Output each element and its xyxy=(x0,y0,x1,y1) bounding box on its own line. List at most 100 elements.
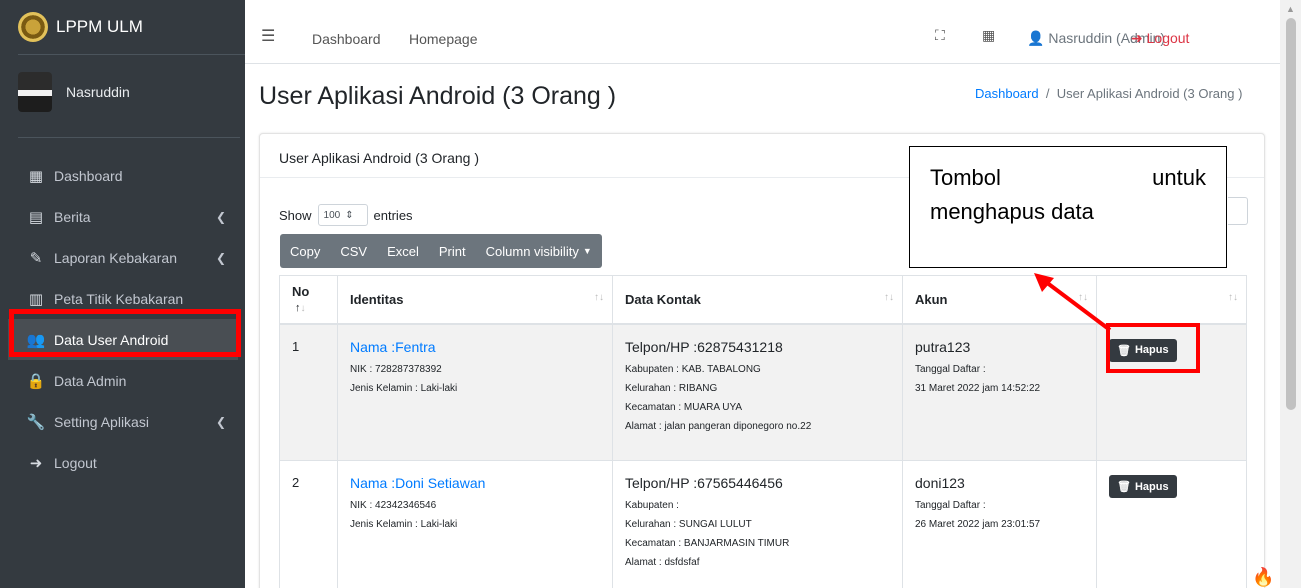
sidebar-item-label: Dashboard xyxy=(54,167,123,184)
registered-date: 26 Maret 2022 jam 23:01:57 xyxy=(915,519,1041,530)
user-icon: 👤 xyxy=(1027,30,1045,46)
show-entries: Show 100 ⇕ entries xyxy=(279,204,413,226)
callout-line-2: menghapus data xyxy=(930,199,1094,224)
sidebar-item-logout[interactable]: ➜ Logout xyxy=(8,442,238,483)
user-name-link[interactable]: Nama :Fentra xyxy=(350,339,600,355)
column-header-identitas[interactable]: Identitas ↑↓ xyxy=(337,275,613,325)
delete-button[interactable]: 🗑 Hapus xyxy=(1109,475,1177,498)
column-visibility-label: Column visibility xyxy=(485,243,579,259)
cell-akun: doni123 Tanggal Daftar : 26 Maret 2022 j… xyxy=(902,460,1097,588)
sign-out-icon: ➜ xyxy=(1131,30,1143,46)
avatar xyxy=(18,72,52,112)
entries-select[interactable]: 100 ⇕ xyxy=(317,204,368,226)
sort-icon: ↑↓ xyxy=(594,292,604,303)
table-row: 2 Nama :Doni Setiawan NIK : 42342346546 … xyxy=(279,460,1247,588)
chevron-left-icon: ❮ xyxy=(215,414,226,429)
fullscreen-icon[interactable]: ⛶ xyxy=(935,27,945,44)
sort-icon: ↓ xyxy=(300,303,306,315)
gender-text: Jenis Kelamin : Laki-laki xyxy=(350,382,458,394)
top-link-homepage[interactable]: Homepage xyxy=(409,31,478,47)
table-row: 1 Nama :Fentra NIK : 728287378392 Jenis … xyxy=(279,323,1247,461)
header-label: Data Kontak xyxy=(625,291,701,307)
kabupaten-text: Kabupaten : xyxy=(625,500,679,511)
search-input[interactable] xyxy=(1228,197,1248,225)
kecamatan-text: Kecamatan : MUARA UYA xyxy=(625,401,743,413)
user-name-link[interactable]: Nama :Doni Setiawan xyxy=(350,475,600,491)
trash-icon: 🗑 xyxy=(1117,481,1131,493)
username-text: putra123 xyxy=(915,338,971,355)
csv-button[interactable]: CSV xyxy=(330,234,377,268)
sidebar-item-setting-aplikasi[interactable]: 🔧 Setting Aplikasi ❮ xyxy=(8,401,238,442)
breadcrumb-current: User Aplikasi Android (3 Orang ) xyxy=(1056,86,1243,101)
sidebar-item-laporan-kebakaran[interactable]: ✎ Laporan Kebakaran ❮ xyxy=(8,237,238,278)
chevron-left-icon: ❮ xyxy=(215,250,226,265)
card-title: User Aplikasi Android (3 Orang ) xyxy=(279,150,479,166)
breadcrumb-home[interactable]: Dashboard xyxy=(975,86,1039,101)
arrow-head xyxy=(1034,273,1054,292)
entries-label: entries xyxy=(373,207,413,223)
arrow-shaft xyxy=(1044,280,1112,332)
user-name: Nasruddin xyxy=(66,84,130,100)
newspaper-icon: ▤ xyxy=(28,208,44,226)
callout-word-1: Tombol xyxy=(930,165,1001,190)
sidebar-item-label: Data Admin xyxy=(54,372,127,389)
phone-text: Telpon/HP :62875431218 xyxy=(625,338,783,355)
cell-identitas: Nama :Doni Setiawan NIK : 42342346546 Je… xyxy=(337,460,613,588)
registered-label: Tanggal Daftar : xyxy=(915,500,986,511)
logout-link[interactable]: ➜ Logout xyxy=(1131,30,1189,47)
fire-icon: 🔥 xyxy=(1252,567,1275,587)
brand-link[interactable]: LPPM ULM xyxy=(18,0,245,55)
sidebar-item-label: Logout xyxy=(54,454,97,471)
phone-text: Telpon/HP :67565446456 xyxy=(625,475,783,491)
scroll-thumb[interactable] xyxy=(1286,18,1296,410)
export-button-group: Copy CSV Excel Print Column visibility ▼ xyxy=(280,234,602,268)
wrench-icon: 🔧 xyxy=(26,413,46,431)
edit-icon: ✎ xyxy=(29,249,43,267)
brand-text: LPPM ULM xyxy=(56,17,143,36)
breadcrumb-separator: / xyxy=(1042,86,1054,101)
sidebar-item-label: Berita xyxy=(54,208,91,225)
column-header-no[interactable]: No ↑↓ xyxy=(279,275,338,325)
column-header-action[interactable]: ↑↓ xyxy=(1096,275,1247,325)
sort-icon: ↑↓ xyxy=(1228,292,1238,303)
header-label: Identitas xyxy=(350,291,404,307)
topbar: ☰ Dashboard Homepage ⛶ ▦ 👤 Nasruddin (Ad… xyxy=(245,0,1280,64)
callout-word-2: untuk xyxy=(1152,165,1206,190)
cell-data-kontak: Telpon/HP :62875431218 Kabupaten : KAB. … xyxy=(612,323,903,461)
top-link-dashboard[interactable]: Dashboard xyxy=(312,31,381,47)
lock-icon: 🔒 xyxy=(26,372,46,390)
sidebar-item-data-admin[interactable]: 🔒 Data Admin xyxy=(8,360,238,401)
grid-icon: ▦ xyxy=(28,167,44,185)
registered-date: 31 Maret 2022 jam 14:52:22 xyxy=(915,382,1041,394)
sidebar-item-label: Setting Aplikasi xyxy=(54,413,149,430)
cell-no: 2 xyxy=(279,460,338,588)
cell-data-kontak: Telpon/HP :67565446456 Kabupaten : Kelur… xyxy=(612,460,903,588)
scroll-up-icon[interactable]: ▲ xyxy=(1286,4,1295,14)
column-header-data-kontak[interactable]: Data Kontak ↑↓ xyxy=(612,275,903,325)
copy-button[interactable]: Copy xyxy=(280,234,330,268)
breadcrumb: Dashboard / User Aplikasi Android (3 Ora… xyxy=(975,86,1242,101)
highlight-box-hapus-button xyxy=(1106,323,1200,373)
header-label: No xyxy=(292,284,310,300)
divider xyxy=(18,137,240,138)
hamburger-menu-icon[interactable]: ☰ xyxy=(261,26,275,46)
print-button[interactable]: Print xyxy=(429,234,476,268)
show-label: Show xyxy=(279,207,312,223)
annotation-callout: Tombol untuk menghapus data xyxy=(909,146,1227,268)
column-visibility-button[interactable]: Column visibility ▼ xyxy=(476,234,602,268)
map-icon: ▥ xyxy=(28,290,44,308)
scrollbar[interactable]: ▲ xyxy=(1280,0,1301,588)
cell-akun: putra123 Tanggal Daftar : 31 Maret 2022 … xyxy=(902,323,1097,461)
sidebar-item-berita[interactable]: ▤ Berita ❮ xyxy=(8,196,238,237)
user-panel[interactable]: Nasruddin xyxy=(18,72,130,112)
cell-identitas: Nama :Fentra NIK : 728287378392 Jenis Ke… xyxy=(337,323,613,461)
nik-text: NIK : 728287378392 xyxy=(350,363,442,375)
alamat-text: Alamat : jalan pangeran diponegoro no.22 xyxy=(625,420,812,432)
sidebar-item-dashboard[interactable]: ▦ Dashboard xyxy=(8,155,238,196)
kabupaten-text: Kabupaten : KAB. TABALONG xyxy=(625,363,761,375)
chevron-left-icon: ❮ xyxy=(215,209,226,224)
kelurahan-text: Kelurahan : RIBANG xyxy=(625,382,718,394)
apps-grid-icon[interactable]: ▦ xyxy=(982,27,995,44)
kelurahan-text: Kelurahan : SUNGAI LULUT xyxy=(625,519,752,530)
excel-button[interactable]: Excel xyxy=(377,234,429,268)
